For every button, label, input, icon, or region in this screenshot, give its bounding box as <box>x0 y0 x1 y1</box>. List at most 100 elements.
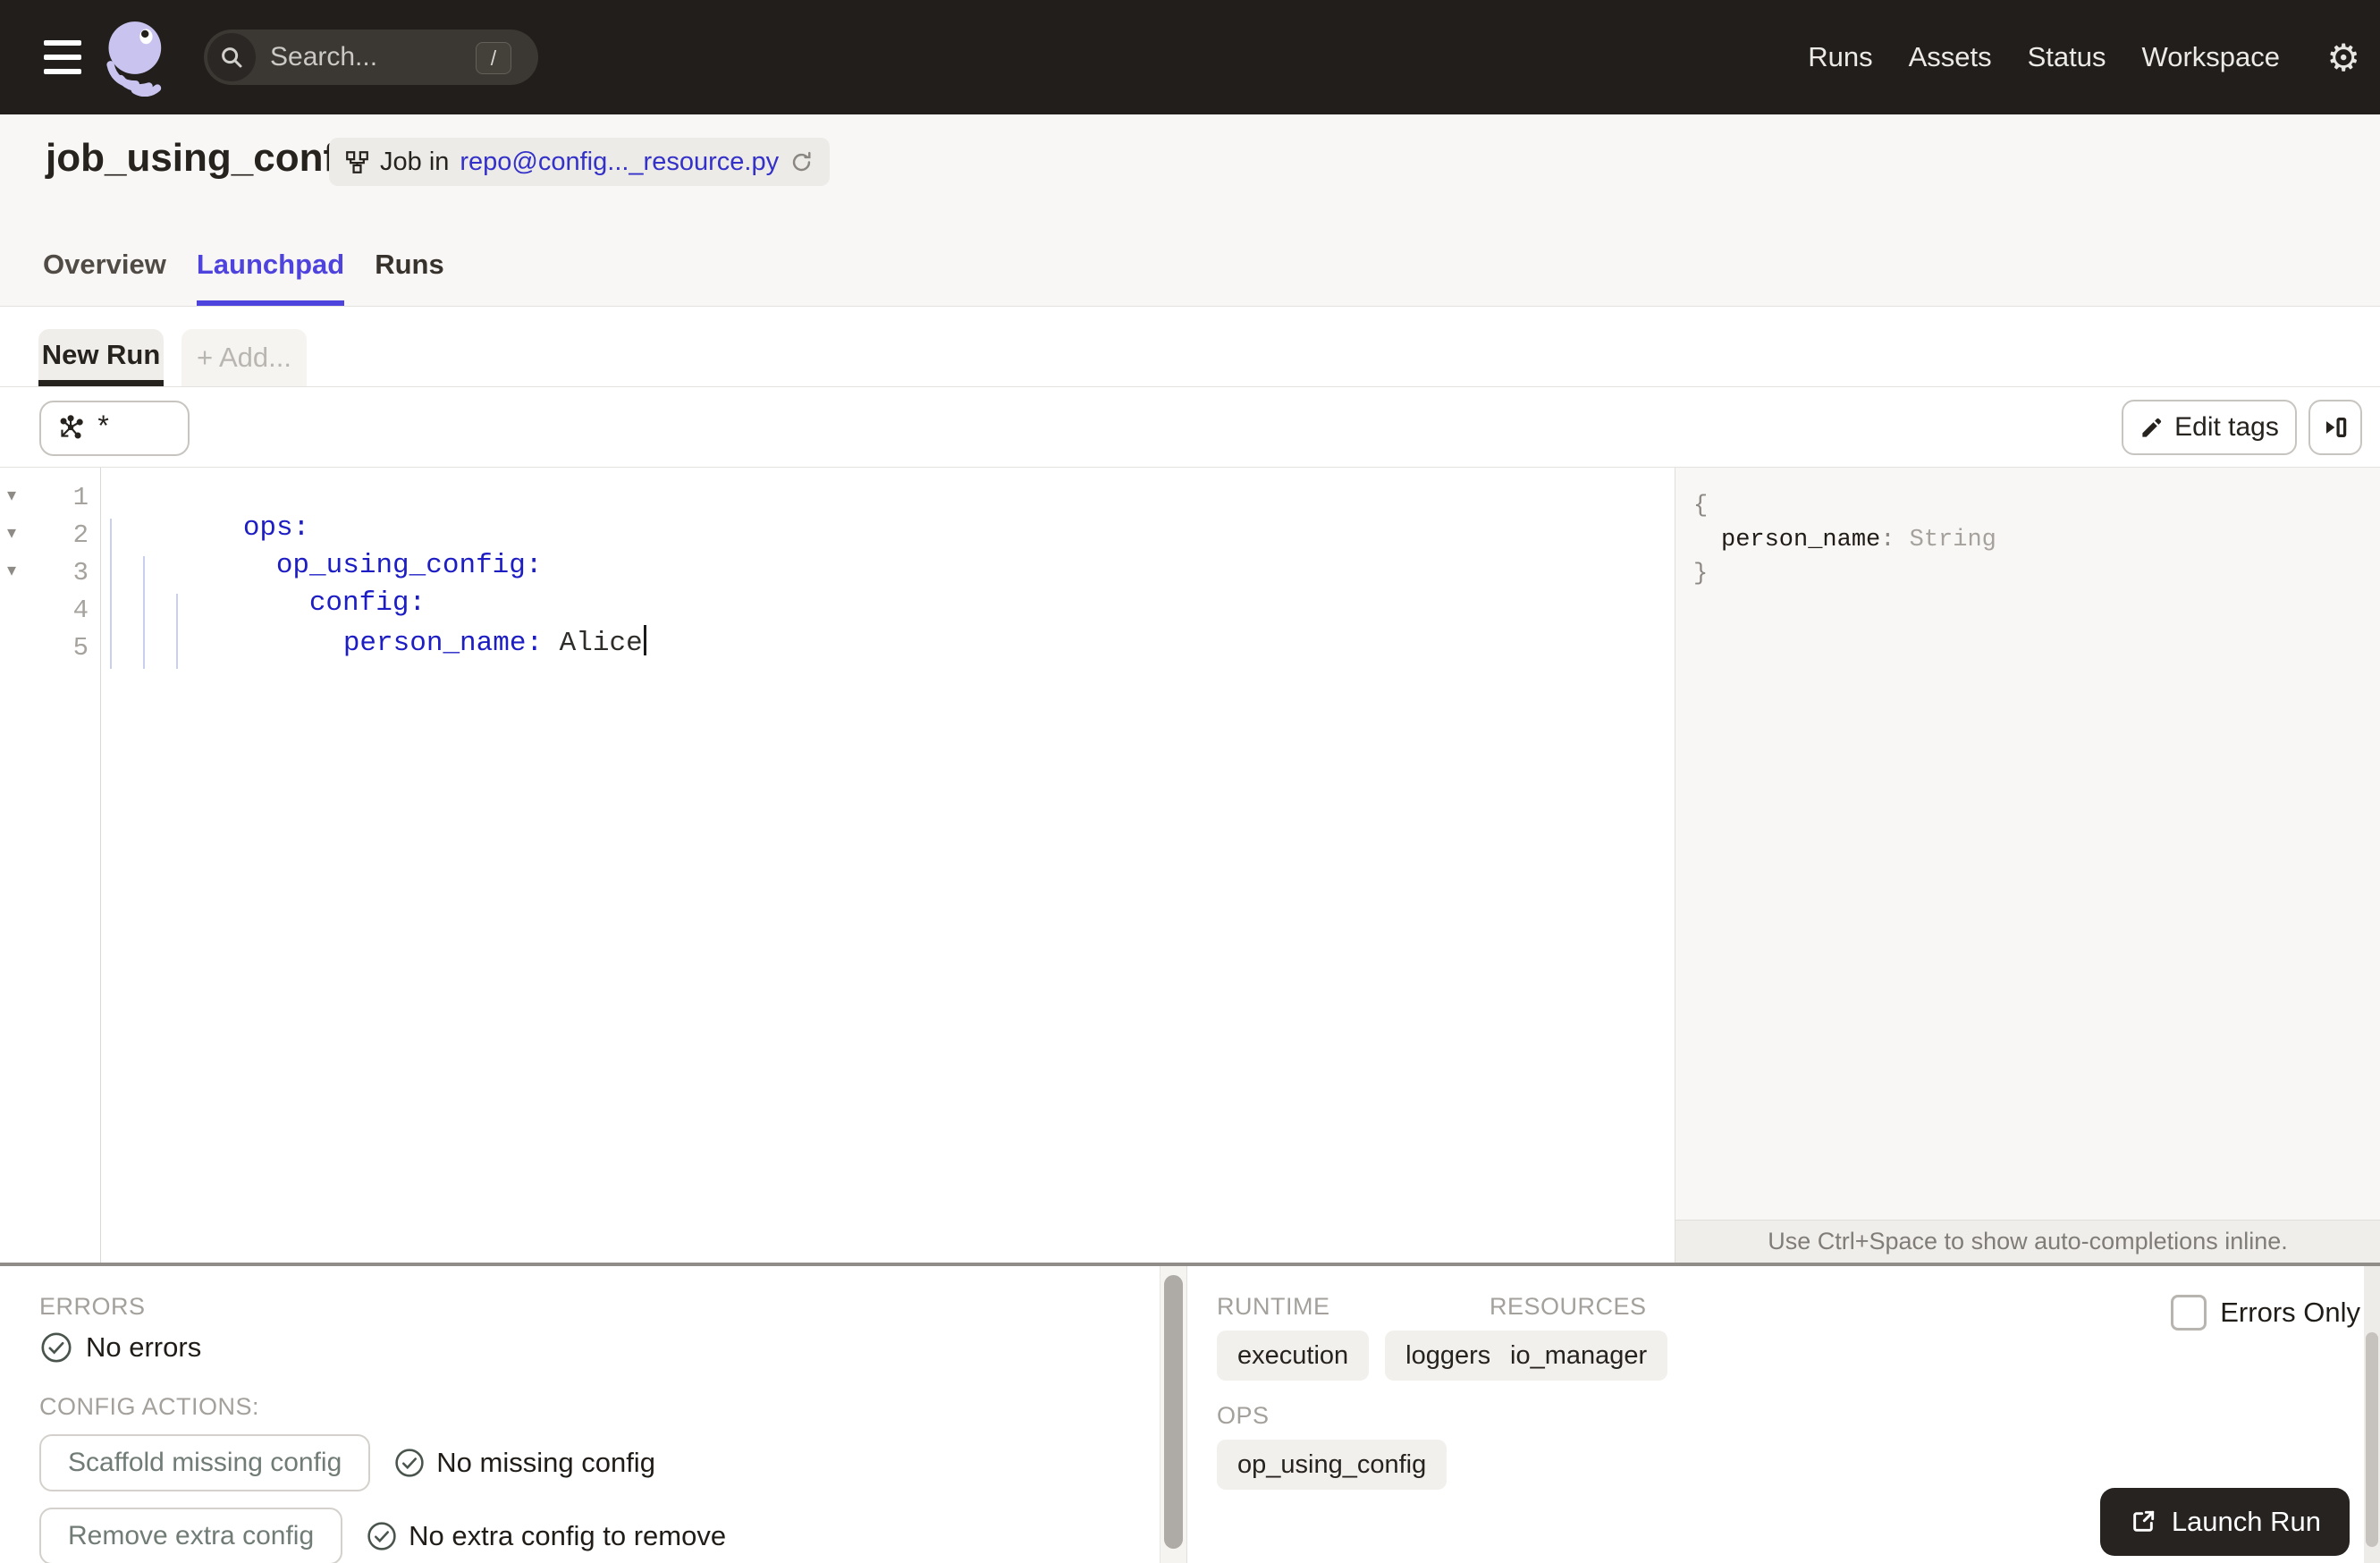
toggle-right-panel-button[interactable] <box>2308 400 2362 455</box>
autocomplete-hint-bar: Use Ctrl+Space to show auto-completions … <box>1675 1220 2380 1263</box>
schema-entry: person_name: String <box>1721 527 1996 553</box>
ops-label: OPS <box>1217 1402 1270 1429</box>
window-scrollbar[interactable] <box>2364 1266 2380 1563</box>
search-icon <box>207 33 256 81</box>
gutter-line: ▾ 3 <box>0 556 100 594</box>
nav-link-assets[interactable]: Assets <box>1909 41 1992 73</box>
editor-gutter: ▾ 1 ▾ 2 ▾ 3 4 5 <box>0 468 101 1263</box>
runtime-tags: execution loggers <box>1217 1331 1512 1381</box>
settings-gear-icon[interactable]: ⚙ <box>2326 0 2360 114</box>
session-tab-new-run[interactable]: New Run <box>38 329 164 386</box>
schema-close-brace: } <box>1693 561 1709 587</box>
search-placeholder: Search... <box>270 42 378 72</box>
nav-link-runs[interactable]: Runs <box>1808 41 1872 73</box>
yaml-config-editor[interactable]: ops: op_using_config: config: person_nam… <box>102 468 1674 1263</box>
bottom-panel-scrollbar[interactable] <box>1160 1266 1187 1563</box>
nav-link-status[interactable]: Status <box>2028 41 2106 73</box>
ops-tags: op_using_config <box>1217 1440 1447 1490</box>
autocomplete-hint: Use Ctrl+Space to show auto-completions … <box>1768 1228 2288 1255</box>
run-metadata-panel: RUNTIME execution loggers RESOURCES io_m… <box>1188 1266 2380 1563</box>
code-line: op_using_config: <box>275 550 543 581</box>
line-number: 5 <box>72 633 89 663</box>
scaffold-action-row: Scaffold missing config No missing confi… <box>39 1434 655 1491</box>
dagster-logo-icon[interactable] <box>103 20 173 97</box>
edit-tags-button[interactable]: Edit tags <box>2122 400 2297 455</box>
remove-extra-action-row: Remove extra config No extra config to r… <box>39 1508 726 1563</box>
indent-guide <box>176 594 178 669</box>
remove-extra-config-button[interactable]: Remove extra config <box>39 1508 343 1563</box>
scaffold-status: No missing config <box>393 1447 655 1479</box>
pencil-icon <box>2142 418 2162 437</box>
launch-run-label: Launch Run <box>2171 1506 2321 1537</box>
menu-icon[interactable] <box>44 40 81 74</box>
job-graph-icon <box>346 150 368 173</box>
resources-label: RESOURCES <box>1490 1293 1647 1320</box>
line-number: 2 <box>72 520 89 550</box>
op-selector-input[interactable]: * <box>39 401 190 456</box>
config-schema-panel: { person_name: String } Use Ctrl+Space t… <box>1675 468 2380 1263</box>
scrollbar-thumb[interactable] <box>2366 1332 2378 1547</box>
runtime-label: RUNTIME <box>1217 1293 1330 1320</box>
fold-icon[interactable]: ▾ <box>7 524 16 542</box>
launch-icon <box>2133 1510 2154 1532</box>
check-circle-icon <box>367 1522 396 1550</box>
errors-only-label: Errors Only <box>2220 1297 2360 1328</box>
reload-icon[interactable] <box>789 150 814 174</box>
gutter-line: ▾ 1 <box>0 481 100 519</box>
gutter-line: 4 <box>0 594 100 631</box>
page-header: job_using_config Job in repo@config..._r… <box>0 114 2380 307</box>
config-actions-label: CONFIG ACTIONS: <box>39 1393 260 1420</box>
tag-op-using-config[interactable]: op_using_config <box>1217 1440 1447 1490</box>
remove-extra-status: No extra config to remove <box>366 1520 726 1552</box>
session-tab-add[interactable]: + Add... <box>181 329 307 386</box>
errors-only-control: Errors Only <box>2171 1295 2360 1331</box>
tag-execution[interactable]: execution <box>1217 1331 1370 1381</box>
tab-runs[interactable]: Runs <box>375 249 444 306</box>
line-number: 4 <box>72 596 89 625</box>
resources-tags: io_manager <box>1490 1331 1668 1381</box>
nav-links: Runs Assets Status Workspace <box>1808 0 2280 114</box>
remove-extra-status-text: No extra config to remove <box>409 1520 727 1551</box>
launchpad-toolbar: * Edit tags <box>0 387 2380 468</box>
tag-io-manager[interactable]: io_manager <box>1490 1331 1668 1381</box>
schema-open-brace: { <box>1693 493 1709 520</box>
job-origin-badge: Job in repo@config..._resource.py <box>329 138 831 186</box>
job-badge-prefix: Job in <box>380 147 450 176</box>
op-selector-icon <box>60 415 83 439</box>
errors-section-label: ERRORS <box>39 1293 146 1320</box>
expand-panel-icon <box>2326 418 2347 437</box>
top-nav: Search... / Runs Assets Status Workspace… <box>0 0 2380 114</box>
indent-guide <box>143 556 145 669</box>
job-tabs: Overview Launchpad Runs <box>43 249 444 306</box>
launch-run-button[interactable]: Launch Run <box>2099 1488 2350 1556</box>
repo-file-link[interactable]: repo@config..._resource.py <box>460 148 779 177</box>
scrollbar-thumb[interactable] <box>1164 1275 1183 1549</box>
errors-panel: ERRORS No errors CONFIG ACTIONS: Scaffol… <box>0 1266 1160 1563</box>
dagster-launchpad-page: Search... / Runs Assets Status Workspace… <box>0 0 2380 1563</box>
check-circle-icon <box>395 1449 424 1477</box>
errors-only-checkbox[interactable] <box>2171 1295 2207 1331</box>
no-errors-status: No errors <box>39 1331 201 1364</box>
indent-guide <box>110 519 112 669</box>
gutter-line: 5 <box>0 631 100 669</box>
fold-icon[interactable]: ▾ <box>7 562 16 579</box>
check-circle-icon <box>41 1332 72 1363</box>
tab-overview[interactable]: Overview <box>43 249 166 306</box>
tab-launchpad[interactable]: Launchpad <box>196 249 345 306</box>
scaffold-status-text: No missing config <box>436 1447 655 1478</box>
text-cursor <box>643 625 646 655</box>
op-selector-value: * <box>95 411 113 445</box>
schema-code: { person_name: String } <box>1675 468 2380 591</box>
line-number: 3 <box>72 558 89 587</box>
bottom-panel: ERRORS No errors CONFIG ACTIONS: Scaffol… <box>0 1266 2380 1563</box>
nav-link-workspace[interactable]: Workspace <box>2142 41 2281 73</box>
edit-tags-label: Edit tags <box>2174 412 2279 442</box>
no-errors-text: No errors <box>86 1331 202 1363</box>
page-title: job_using_config <box>46 136 372 180</box>
scaffold-missing-config-button[interactable]: Scaffold missing config <box>39 1434 371 1491</box>
config-workspace: ▾ 1 ▾ 2 ▾ 3 4 5 ops: op_using_config: co… <box>0 468 2380 1263</box>
code-line: ops: <box>242 512 310 544</box>
search-input[interactable]: Search... / <box>204 30 538 85</box>
fold-icon[interactable]: ▾ <box>7 486 16 504</box>
launchpad-session-tabs: New Run + Add... <box>0 307 2380 387</box>
